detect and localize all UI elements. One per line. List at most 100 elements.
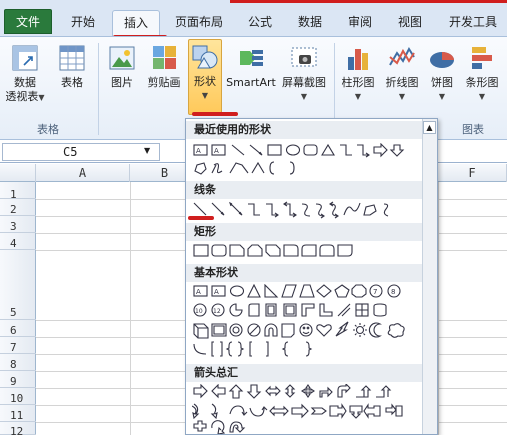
table-button[interactable]: 表格 <box>54 41 90 90</box>
row-header-11[interactable]: 11 <box>0 405 36 422</box>
svg-text:A: A <box>214 288 219 296</box>
row-header-12[interactable]: 12 <box>0 422 36 435</box>
grid-line <box>130 182 131 435</box>
lines-highlight-mark <box>188 216 214 220</box>
column-chart-label: 柱形图 <box>341 76 375 89</box>
column-chart-icon <box>348 49 368 70</box>
line-chart-label: 折线图 <box>385 76 419 89</box>
tab-file[interactable]: 文件 <box>4 9 52 34</box>
shapes-gallery-dropdown: ▲ 最近使用的形状 A A 线条 矩形 基本形状 A A 7 8 10 12 箭… <box>185 118 438 435</box>
screenshot-label: 屏幕截图 <box>282 76 326 89</box>
tab-review[interactable]: 审阅 <box>338 10 382 36</box>
shapes-button-highlight-mark <box>192 112 238 116</box>
bar-chart-icon <box>472 47 492 69</box>
pivot-table-icon <box>12 45 38 71</box>
section-header-basic: 基本形状 <box>186 264 422 282</box>
dropdown-arrow-icon: ▼ <box>478 92 486 101</box>
pie-chart-label: 饼图 <box>431 76 453 89</box>
select-all-corner[interactable] <box>0 164 36 182</box>
pivot-table-button[interactable]: 数据 透视表▼ <box>4 41 46 105</box>
line-chart-icon <box>389 46 415 66</box>
rectangle-shapes-row <box>192 243 428 259</box>
line-chart-button[interactable]: 折线图 ▼ <box>380 41 424 104</box>
picture-label: 图片 <box>111 76 133 89</box>
clipart-icon <box>153 46 176 69</box>
line-shapes-row <box>192 201 428 221</box>
shapes-button[interactable]: 形状 ▼ <box>188 39 222 115</box>
picture-icon <box>109 46 135 70</box>
svg-text:8: 8 <box>391 288 395 296</box>
smartart-icon <box>240 50 263 66</box>
recent-shapes-row: A A <box>192 143 428 179</box>
pivot-table-label-1: 数据 <box>14 76 36 89</box>
row-header-7[interactable]: 7 <box>0 337 36 354</box>
tab-insert[interactable]: 插入 <box>112 10 160 36</box>
dropdown-arrow-icon: ▼ <box>201 91 209 100</box>
pie-chart-button[interactable]: 饼图 ▼ <box>426 41 458 104</box>
tab-home[interactable]: 开始 <box>58 10 108 36</box>
row-header-bar: 1 2 3 4 5 6 7 8 9 10 11 12 <box>0 182 36 435</box>
bar-chart-button[interactable]: 条形图 ▼ <box>460 41 504 104</box>
line-shapes-icons[interactable] <box>192 201 428 221</box>
dropdown-arrow-icon: ▼ <box>398 92 406 101</box>
row-header-4[interactable]: 4 <box>0 233 36 250</box>
table-icon <box>59 45 85 71</box>
title-accent-bar <box>230 0 507 3</box>
svg-text:A: A <box>196 147 201 155</box>
picture-button[interactable]: 图片 <box>104 41 140 90</box>
clipart-button[interactable]: 剪贴画 <box>144 41 184 90</box>
column-header-a[interactable]: A <box>36 164 130 182</box>
row-header-10[interactable]: 10 <box>0 388 36 405</box>
section-header-recent: 最近使用的形状 <box>186 121 422 139</box>
pivot-table-label-2: 透视表 <box>5 90 39 103</box>
screenshot-button[interactable]: 屏幕截图 ▼ <box>278 41 330 104</box>
basic-shapes-icons[interactable]: A A 7 8 10 12 <box>192 284 428 362</box>
row-header-3[interactable]: 3 <box>0 216 36 233</box>
block-arrow-icons[interactable] <box>192 384 428 435</box>
svg-text:12: 12 <box>213 308 221 315</box>
row-header-8[interactable]: 8 <box>0 354 36 371</box>
recent-shapes-icons[interactable]: A A <box>192 143 428 179</box>
dropdown-arrow-icon: ▼ <box>354 92 362 101</box>
group-label-tables: 表格 <box>37 123 59 136</box>
shapes-icon <box>192 45 218 69</box>
dropdown-arrow-icon: ▼ <box>38 93 45 102</box>
svg-text:A: A <box>196 288 201 296</box>
group-label-charts: 图表 <box>462 123 484 136</box>
shapes-label: 形状 <box>194 75 216 88</box>
row-header-5[interactable]: 5 <box>0 250 36 320</box>
svg-text:10: 10 <box>195 308 203 315</box>
section-header-rectangles: 矩形 <box>186 223 422 241</box>
section-header-arrows: 箭头总汇 <box>186 364 422 382</box>
dropdown-arrow-icon: ▼ <box>300 92 308 101</box>
name-box-dropdown-icon[interactable]: ▼ <box>144 146 150 155</box>
row-header-1[interactable]: 1 <box>0 182 36 201</box>
grid-line <box>438 182 439 435</box>
tab-view[interactable]: 视图 <box>388 10 432 36</box>
tab-page-layout[interactable]: 页面布局 <box>166 10 232 36</box>
smartart-button[interactable]: SmartArt <box>226 41 276 90</box>
column-header-f[interactable]: F <box>438 164 507 182</box>
pie-chart-icon <box>430 52 454 68</box>
bar-chart-label: 条形图 <box>465 76 499 89</box>
rectangle-shapes-icons[interactable] <box>192 243 428 259</box>
group-separator <box>98 43 99 135</box>
row-header-9[interactable]: 9 <box>0 371 36 388</box>
svg-text:7: 7 <box>373 288 377 296</box>
tab-data[interactable]: 数据 <box>288 10 332 36</box>
clipart-label: 剪贴画 <box>147 76 181 89</box>
table-label: 表格 <box>61 76 83 89</box>
svg-text:A: A <box>214 147 219 155</box>
row-header-2[interactable]: 2 <box>0 199 36 216</box>
dropdown-arrow-icon: ▼ <box>438 92 446 101</box>
scroll-up-icon[interactable]: ▲ <box>423 121 436 134</box>
tab-formulas[interactable]: 公式 <box>238 10 282 36</box>
smartart-label: SmartArt <box>226 76 276 89</box>
row-header-6[interactable]: 6 <box>0 320 36 337</box>
section-header-lines: 线条 <box>186 181 422 199</box>
screenshot-icon <box>291 47 317 67</box>
column-chart-button[interactable]: 柱形图 ▼ <box>338 41 378 104</box>
tab-developer[interactable]: 开发工具 <box>440 10 506 36</box>
name-box[interactable]: C5 <box>2 143 160 161</box>
ribbon-tab-bar: 文件 开始 插入 页面布局 公式 数据 审阅 视图 开发工具 <box>0 0 507 36</box>
